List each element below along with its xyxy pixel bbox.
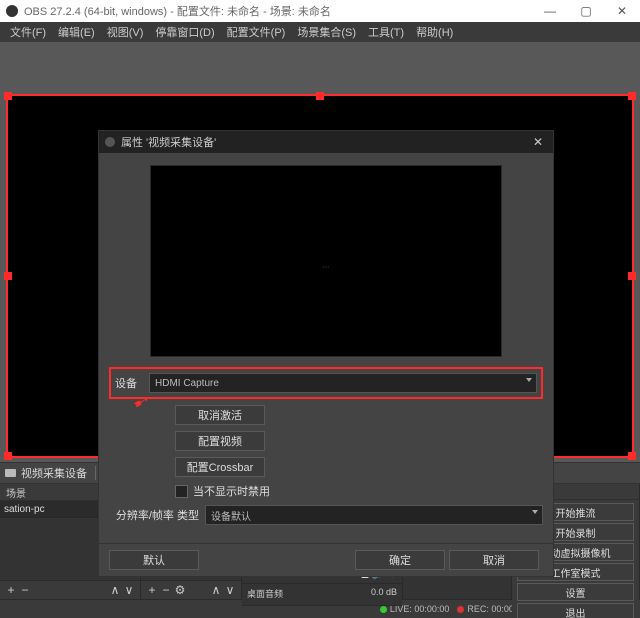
- resize-handle[interactable]: [316, 92, 324, 100]
- resize-handle[interactable]: [628, 272, 636, 280]
- add-scene-button[interactable]: +: [4, 583, 18, 597]
- scenes-header: 场景: [6, 485, 26, 500]
- remove-source-button[interactable]: −: [159, 583, 173, 597]
- deactivate-button[interactable]: 取消激活: [175, 405, 265, 425]
- menu-help[interactable]: 帮助(H): [410, 24, 459, 40]
- dialog-titlebar[interactable]: 属性 '视频采集设备' ✕: [99, 131, 553, 153]
- scene-down-button[interactable]: ∨: [122, 583, 136, 597]
- exit-button[interactable]: 退出: [517, 603, 634, 618]
- menu-profile[interactable]: 配置文件(P): [221, 24, 292, 40]
- cancel-button[interactable]: 取消: [449, 550, 539, 570]
- window-title: OBS 27.2.4 (64-bit, windows) - 配置文件: 未命名…: [24, 3, 331, 19]
- preview-area: ➸ 属性 '视频采集设备' ✕ ... 设备 HDMI Capture 取消激活…: [0, 42, 640, 462]
- menu-tools[interactable]: 工具(T): [362, 24, 410, 40]
- menu-file[interactable]: 文件(F): [4, 24, 52, 40]
- resize-handle[interactable]: [4, 92, 12, 100]
- ok-button[interactable]: 确定: [355, 550, 445, 570]
- menu-edit[interactable]: 编辑(E): [52, 24, 101, 40]
- menu-dock[interactable]: 停靠窗口(D): [149, 24, 220, 40]
- minimize-button[interactable]: —: [532, 0, 568, 22]
- context-source-name: 视频采集设备: [21, 465, 87, 481]
- device-value: HDMI Capture: [155, 378, 219, 389]
- status-dot-icon: [380, 606, 387, 613]
- resize-handle[interactable]: [628, 452, 636, 460]
- status-dot-icon: [457, 606, 464, 613]
- dialog-title: 属性 '视频采集设备': [121, 134, 216, 150]
- disable-when-hidden-checkbox[interactable]: 当不显示时禁用: [175, 483, 543, 499]
- dialog-preview: ...: [150, 165, 502, 357]
- dialog-logo-icon: [105, 137, 115, 147]
- checkbox-label: 当不显示时禁用: [193, 483, 270, 499]
- menubar: 文件(F) 编辑(E) 视图(V) 停靠窗口(D) 配置文件(P) 场景集合(S…: [0, 22, 640, 42]
- mixer-channel-desktop: 桌面音频0.0 dB: [242, 584, 402, 606]
- scene-up-button[interactable]: ∧: [108, 583, 122, 597]
- source-up-button[interactable]: ∧: [209, 583, 223, 597]
- resize-handle[interactable]: [4, 452, 12, 460]
- res-fps-dropdown[interactable]: 设备默认: [205, 505, 543, 525]
- dialog-close-button[interactable]: ✕: [529, 135, 547, 149]
- device-field-highlight: 设备 HDMI Capture: [109, 367, 543, 399]
- res-fps-value: 设备默认: [211, 508, 251, 523]
- resize-handle[interactable]: [4, 272, 12, 280]
- remove-scene-button[interactable]: −: [18, 583, 32, 597]
- properties-dialog: 属性 '视频采集设备' ✕ ... 设备 HDMI Capture 取消激活 配…: [98, 130, 554, 577]
- source-down-button[interactable]: ∨: [223, 583, 237, 597]
- chevron-down-icon: [526, 378, 532, 382]
- resize-handle[interactable]: [628, 92, 636, 100]
- configure-video-button[interactable]: 配置视频: [175, 431, 265, 451]
- res-fps-label: 分辨率/帧率 类型: [109, 507, 205, 523]
- configure-crossbar-button[interactable]: 配置Crossbar: [175, 457, 265, 477]
- defaults-button[interactable]: 默认: [109, 550, 199, 570]
- camera-icon: [5, 469, 16, 477]
- chevron-down-icon: [532, 510, 538, 514]
- menu-view[interactable]: 视图(V): [101, 24, 150, 40]
- source-props-button[interactable]: ⚙: [173, 583, 187, 597]
- app-logo-icon: [6, 5, 18, 17]
- maximize-button[interactable]: ▢: [568, 0, 604, 22]
- close-button[interactable]: ✕: [604, 0, 640, 22]
- titlebar: OBS 27.2.4 (64-bit, windows) - 配置文件: 未命名…: [0, 0, 640, 22]
- device-dropdown[interactable]: HDMI Capture: [149, 373, 537, 393]
- checkbox-icon: [175, 485, 188, 498]
- add-source-button[interactable]: +: [145, 583, 159, 597]
- preview-placeholder: ...: [323, 260, 330, 269]
- settings-button[interactable]: 设置: [517, 583, 634, 601]
- menu-scene-collection[interactable]: 场景集合(S): [291, 24, 362, 40]
